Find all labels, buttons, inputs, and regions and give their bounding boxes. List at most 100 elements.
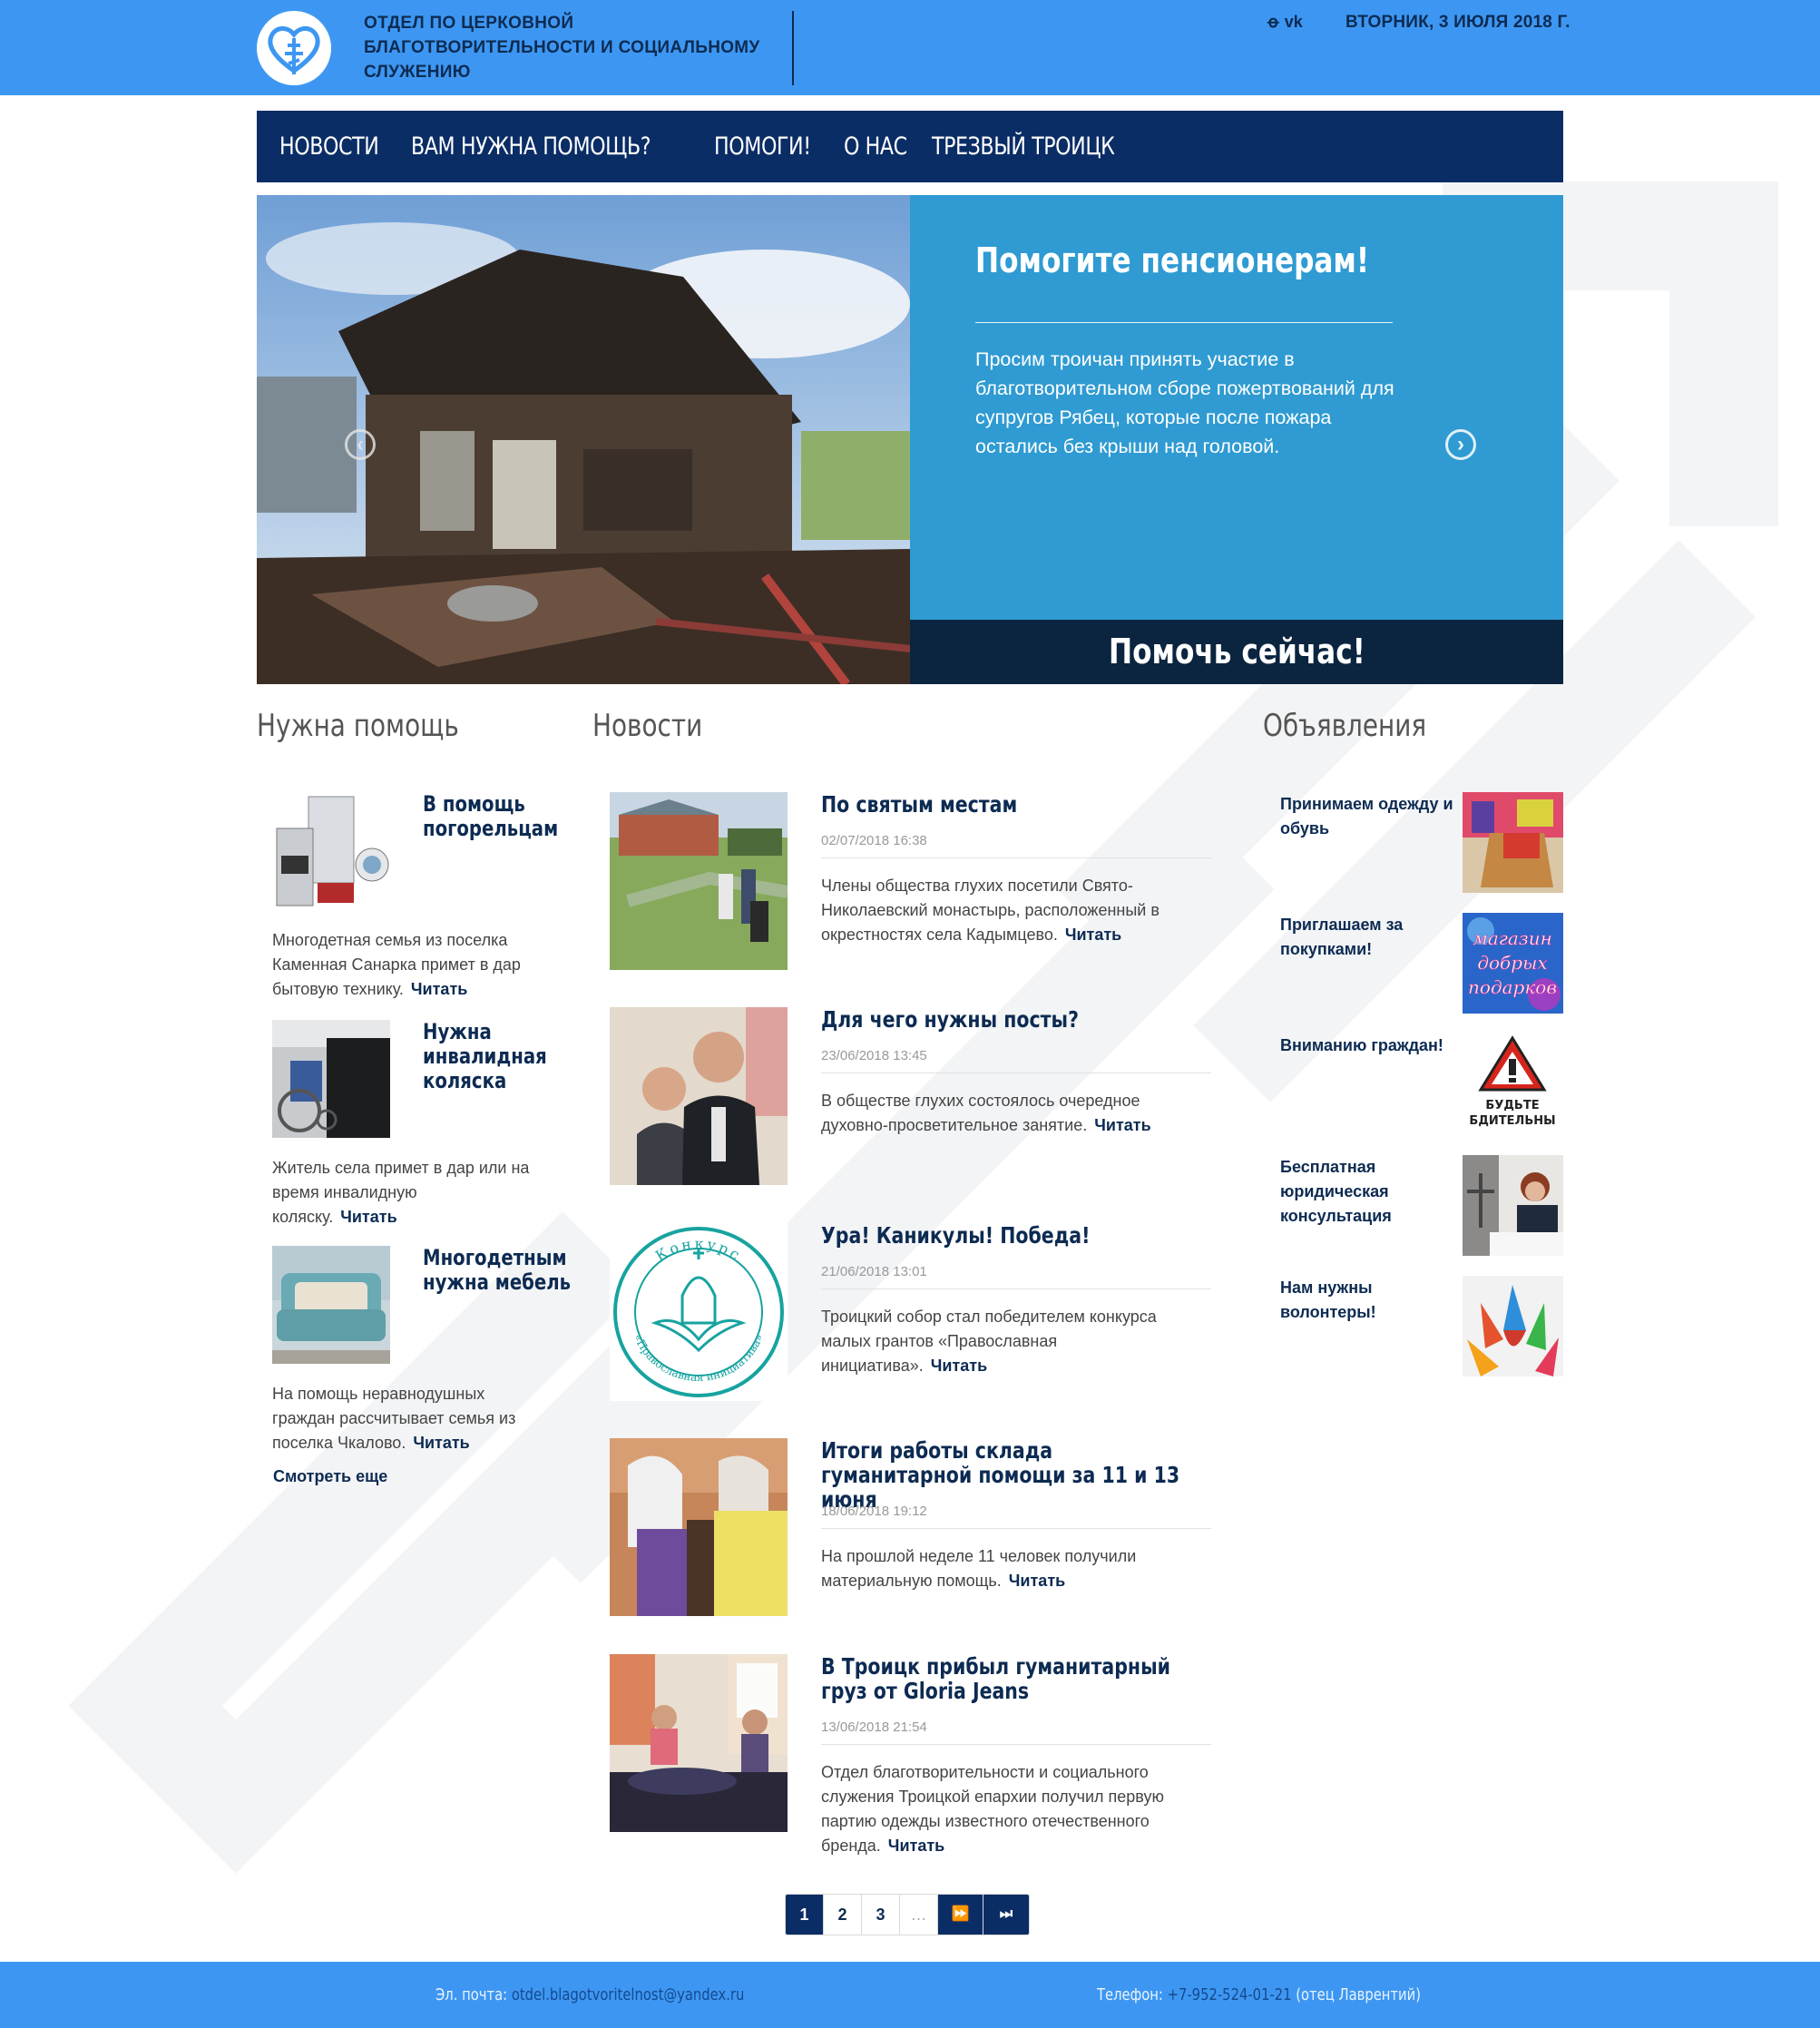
odnoklassniki-icon[interactable]: ꝋ [1267, 13, 1279, 34]
skip-to-end-icon[interactable]: ⏭ [983, 1895, 1029, 1935]
ad-item-title[interactable]: Принимаем одежду и обувь [1280, 792, 1457, 841]
fast-forward-icon[interactable]: ⏩ [938, 1895, 983, 1935]
news-item-text: Отдел благотворительности и социального … [821, 1763, 1164, 1855]
gift-shop-text-3: подарков [1468, 976, 1557, 998]
news-thumb-monastery[interactable] [610, 792, 788, 970]
gift-shop-text-1: магазин [1473, 927, 1552, 949]
title-divider [792, 11, 794, 85]
page-2-button[interactable]: 2 [824, 1895, 862, 1935]
ad-item: Приглашаем за покупками! магазин добрых … [1280, 913, 1563, 1014]
ad-item-title[interactable]: Бесплатная юридическая консультация [1280, 1155, 1457, 1229]
news-item-title[interactable]: Для чего нужны посты? [821, 1007, 1193, 1032]
footer-email: Эл. почта: otdel.blagotvoritelnost@yande… [435, 1985, 744, 2004]
phone-label: Телефон: [1097, 1985, 1163, 2004]
page-1-button[interactable]: 1 [786, 1895, 824, 1935]
news-item: Конкурс «Православная инициатива» Ура! К… [610, 1223, 1218, 1405]
site-header: ОТДЕЛ ПО ЦЕРКОВНОЙ БЛАГОТВОРИТЕЛЬНОСТИ И… [0, 0, 1820, 95]
read-link[interactable]: Читать [931, 1357, 987, 1375]
site-logo[interactable] [257, 11, 331, 85]
nav-item-news[interactable]: НОВОСТИ [279, 132, 379, 161]
hero-slider: Помогите пенсионерам! Просим троичан при… [257, 195, 1563, 684]
news-divider [821, 1528, 1211, 1529]
ad-thumb-clothes[interactable] [1463, 792, 1563, 893]
help-item-title[interactable]: Нужна инвалидная коляска [423, 1020, 572, 1093]
help-thumb-wheelchair[interactable] [272, 1020, 390, 1138]
news-divider [821, 1288, 1211, 1289]
help-now-button[interactable]: Помочь сейчас! [910, 620, 1563, 684]
ad-thumb-volunteers[interactable] [1463, 1276, 1563, 1376]
news-item-text: Члены общества глухих посетили Свято-Ник… [821, 877, 1160, 944]
arrow-right-icon[interactable]: › [1445, 429, 1476, 460]
heart-cross-logo-icon [268, 26, 320, 74]
read-link[interactable]: Читать [1009, 1572, 1065, 1590]
ad-item-title[interactable]: Приглашаем за покупками! [1280, 913, 1457, 962]
help-item: Нужна инвалидная коляска Житель села при… [272, 1020, 572, 1229]
arrow-left-icon[interactable]: ‹ [345, 429, 376, 460]
ad-item-title[interactable]: Вниманию граждан! [1280, 1034, 1457, 1058]
news-item-title[interactable]: В Троицк прибыл гуманитарный груз от Glo… [821, 1654, 1193, 1703]
news-divider [821, 857, 1211, 858]
ad-thumb-be-vigilant[interactable]: БУДЬТЕ БДИТЕЛЬНЫ [1463, 1034, 1563, 1134]
gift-shop-text-2: добрых [1477, 952, 1547, 974]
news-item-title[interactable]: Итоги работы склада гуманитарной помощи … [821, 1438, 1193, 1512]
site-title-line-2: БЛАГОТВОРИТЕЛЬНОСТИ И СОЦИАЛЬНОМУ [364, 38, 760, 57]
vk-icon[interactable]: vk [1285, 13, 1303, 34]
news-item-title[interactable]: По святым местам [821, 792, 1193, 817]
news-item-text: Троицкий собор стал победителем конкурса… [821, 1308, 1157, 1375]
news-heading: Новости [592, 708, 703, 744]
ad-thumb-gift-shop[interactable]: магазин добрых подарков [1463, 913, 1563, 1014]
ad-item-title[interactable]: Нам нужны волонтеры! [1280, 1276, 1457, 1325]
nav-item-about[interactable]: О НАС [844, 132, 907, 161]
news-item-text: В обществе глухих состоялось очередное д… [821, 1092, 1151, 1134]
main-nav: НОВОСТИ ВАМ НУЖНА ПОМОЩЬ? ПОМОГИ! О НАС … [257, 111, 1563, 182]
news-thumb-couple[interactable] [610, 1007, 788, 1185]
read-link[interactable]: Читать [340, 1208, 396, 1226]
news-item: По святым местам 02/07/2018 16:38 Члены … [610, 792, 1218, 974]
ads-heading: Объявления [1263, 708, 1427, 744]
email-link[interactable]: otdel.blagotvoritelnost@yandex.ru [512, 1985, 744, 2004]
ad-thumb-legal-consultation[interactable] [1463, 1155, 1563, 1256]
help-item-text: На помощь неравнодушных граждан рассчиты… [272, 1385, 516, 1452]
nav-item-help-us[interactable]: ПОМОГИ! [714, 132, 811, 161]
site-footer: Эл. почта: otdel.blagotvoritelnost@yande… [0, 1962, 1820, 2028]
news-thumb-clothing-shipment[interactable] [610, 1654, 788, 1832]
nav-item-need-help[interactable]: ВАМ НУЖНА ПОМОЩЬ? [411, 132, 651, 161]
help-item-text: Многодетная семья из поселка Каменная Са… [272, 931, 521, 998]
news-thumb-warehouse[interactable] [610, 1438, 788, 1616]
help-thumb-appliances[interactable] [272, 792, 390, 910]
ad-item: Вниманию граждан! БУДЬТЕ БДИТЕЛЬНЫ [1280, 1034, 1563, 1134]
help-item-title[interactable]: Многодетным нужна мебель [423, 1246, 572, 1295]
nav-item-sober-troitsk[interactable]: ТРЕЗВЫЙ ТРОИЦК [932, 132, 1115, 161]
site-title: ОТДЕЛ ПО ЦЕРКОВНОЙ БЛАГОТВОРИТЕЛЬНОСТИ И… [364, 11, 781, 84]
news-thumb-contest-emblem[interactable]: Конкурс «Православная инициатива» [610, 1223, 788, 1401]
slide-title: Помогите пенсионерам! [975, 240, 1370, 280]
footer-phone: Телефон: +7-952-524-01-21 (отец Лавренти… [1097, 1985, 1421, 2004]
site-title-line-1: ОТДЕЛ ПО ЦЕРКОВНОЙ [364, 14, 574, 33]
read-link[interactable]: Читать [1065, 926, 1121, 944]
read-link[interactable]: Читать [413, 1434, 469, 1452]
help-item-title[interactable]: В помощь погорельцам [423, 792, 572, 841]
read-link[interactable]: Читать [1094, 1116, 1150, 1134]
help-item: В помощь погорельцам Многодетная семья и… [272, 792, 572, 1001]
help-heading: Нужна помощь [257, 708, 459, 744]
page-3-button[interactable]: 3 [862, 1895, 900, 1935]
social-links: ꝋ vk [1267, 13, 1303, 34]
phone-link[interactable]: +7-952-524-01-21 [1168, 1985, 1292, 2004]
site-title-line-3: СЛУЖЕНИЮ [364, 63, 471, 82]
be-vigilant-text-1: БУДЬТЕ [1485, 1099, 1539, 1112]
slide-caption-panel: Помогите пенсионерам! Просим троичан при… [910, 195, 1563, 620]
help-item-text: Житель села примет в дар или на время ин… [272, 1159, 530, 1226]
see-more-link[interactable]: Смотреть еще [273, 1467, 387, 1486]
help-thumb-sofa[interactable] [272, 1246, 390, 1364]
pagination-ellipsis: … [900, 1895, 938, 1935]
slide-divider [975, 322, 1393, 323]
news-item-title[interactable]: Ура! Каникулы! Победа! [821, 1223, 1193, 1248]
current-date: ВТОРНИК, 3 ИЮЛЯ 2018 Г. [1345, 13, 1570, 32]
read-link[interactable]: Читать [888, 1837, 944, 1855]
news-divider [821, 1744, 1211, 1745]
phone-note: (отец Лаврентий) [1296, 1985, 1421, 2004]
email-label: Эл. почта: [435, 1985, 508, 2004]
ad-item: Нам нужны волонтеры! [1280, 1276, 1563, 1376]
read-link[interactable]: Читать [411, 980, 467, 998]
news-item-date: 02/07/2018 16:38 [821, 833, 927, 848]
